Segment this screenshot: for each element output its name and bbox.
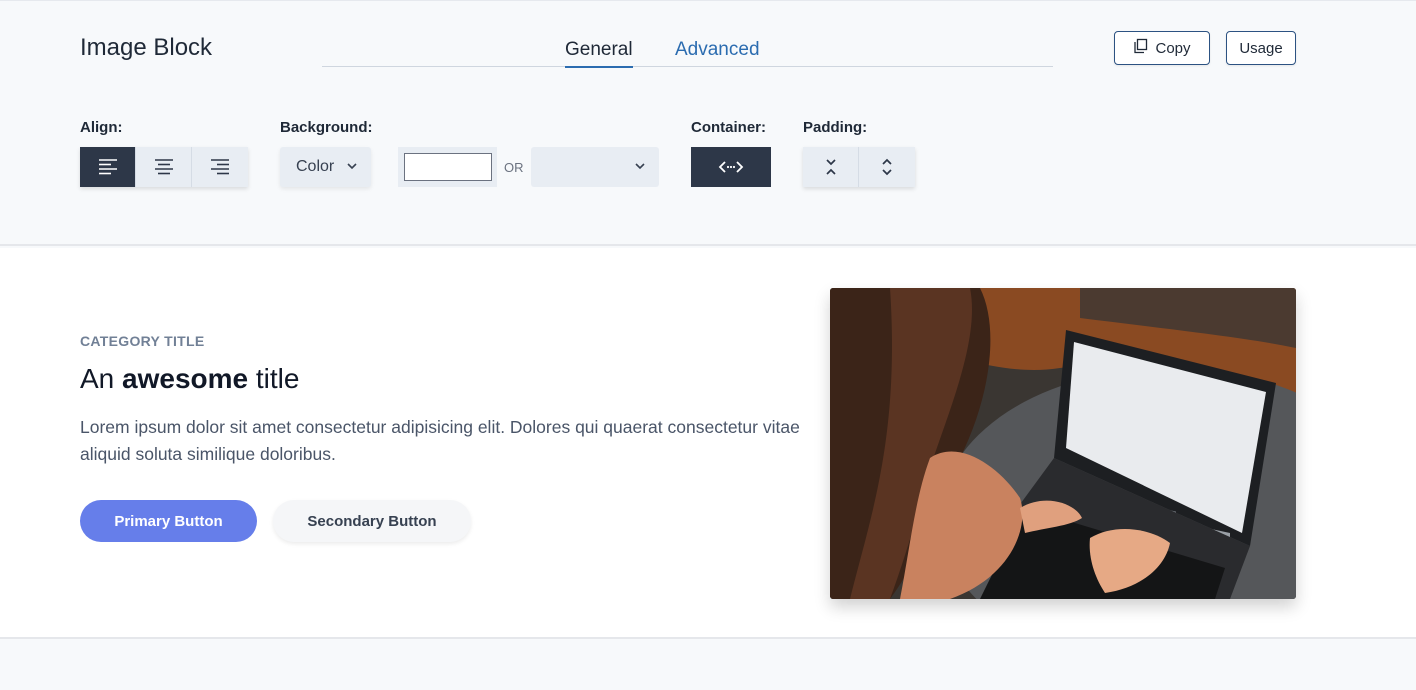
preview-description: Lorem ipsum dolor sit amet consectetur a… (80, 417, 800, 464)
preview-title: An awesome title (80, 363, 299, 395)
color-field-wrapper (398, 147, 497, 187)
container-width-icon (718, 161, 744, 173)
copy-label: Copy (1155, 39, 1191, 57)
preview-image (830, 288, 1296, 599)
align-right-icon (211, 159, 229, 175)
padding-expand-icon (882, 158, 892, 176)
title-post: title (248, 363, 300, 394)
block-preview: CATEGORY TITLE An awesome title Lorem ip… (0, 248, 1416, 639)
usage-label: Usage (1239, 39, 1283, 57)
align-left-button[interactable] (80, 147, 136, 187)
padding-label: Padding: (803, 119, 868, 136)
block-toolbar: Image Block General Advanced Copy Usage … (0, 0, 1416, 246)
color-input[interactable] (404, 153, 492, 181)
or-label: OR (504, 160, 524, 175)
tab-general[interactable]: General (565, 39, 633, 68)
align-center-icon (154, 159, 173, 175)
primary-button[interactable]: Primary Button (80, 500, 257, 542)
usage-button[interactable]: Usage (1226, 31, 1296, 65)
padding-collapse-button[interactable] (803, 147, 859, 187)
background-label: Background: (280, 119, 373, 136)
align-label: Align: (80, 119, 123, 136)
copy-icon (1133, 38, 1149, 58)
tab-advanced[interactable]: Advanced (675, 39, 760, 61)
secondary-button[interactable]: Secondary Button (273, 500, 471, 542)
tab-bar: General Advanced (322, 31, 1053, 68)
background-type-value: Color (296, 158, 335, 175)
block-title: Image Block (80, 34, 213, 61)
title-pre: An (80, 363, 123, 394)
container-label: Container: (691, 119, 766, 136)
chevron-down-icon (635, 163, 645, 170)
copy-button[interactable]: Copy (1114, 31, 1210, 65)
background-type-select[interactable]: Color (280, 147, 371, 187)
category-title: CATEGORY TITLE (80, 333, 205, 349)
padding-expand-button[interactable] (859, 147, 915, 187)
padding-group (803, 147, 915, 187)
align-group (80, 147, 248, 187)
container-toggle-button[interactable] (691, 147, 771, 187)
padding-collapse-icon (825, 159, 836, 175)
align-left-icon (98, 159, 117, 175)
align-right-button[interactable] (192, 147, 248, 187)
background-image-select[interactable] (531, 147, 659, 187)
align-center-button[interactable] (136, 147, 192, 187)
chevron-down-icon (347, 163, 357, 170)
title-bold: awesome (122, 363, 249, 394)
